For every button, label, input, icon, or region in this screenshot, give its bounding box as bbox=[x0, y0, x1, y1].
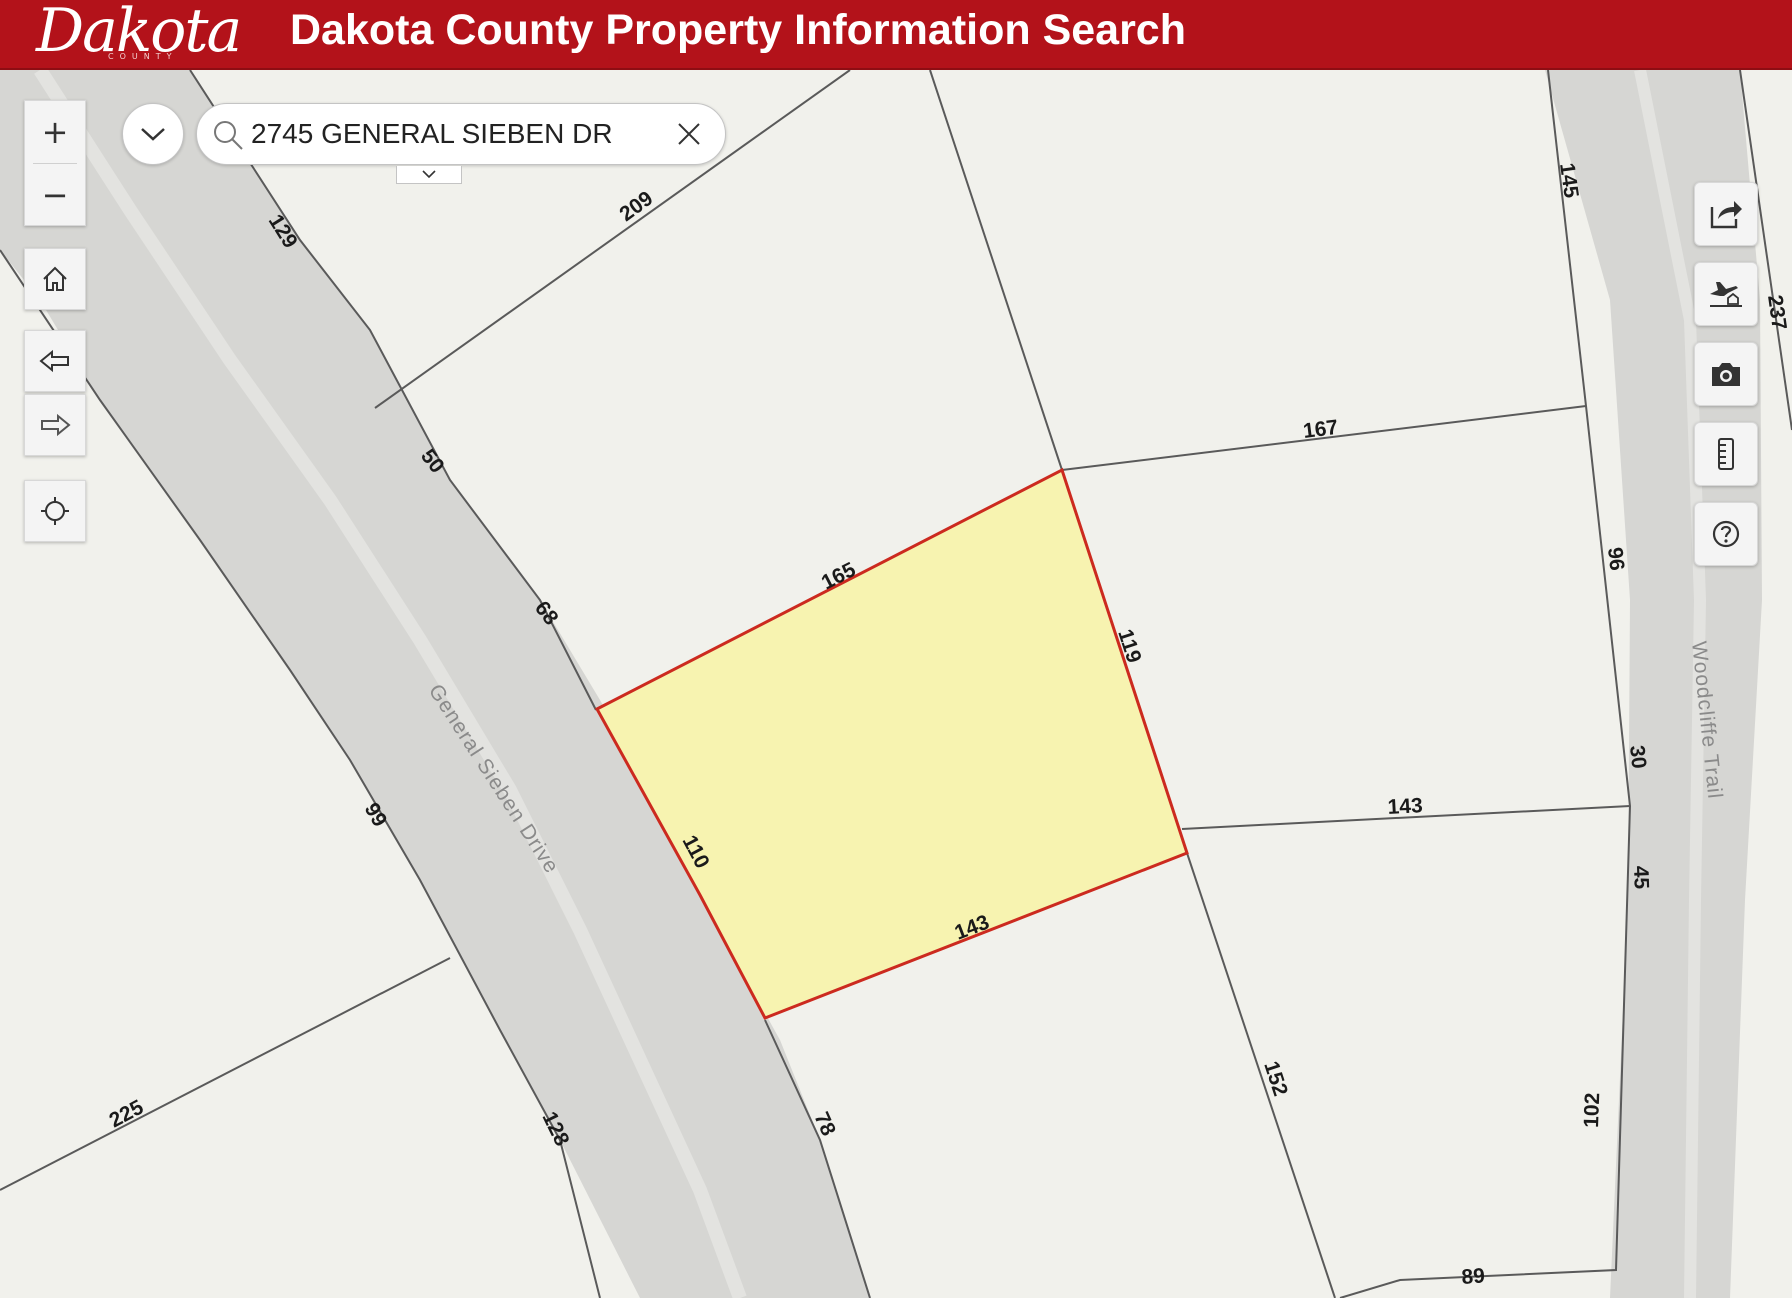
dim-label: 30 bbox=[1625, 744, 1650, 770]
dim-label: 45 bbox=[1629, 865, 1653, 889]
search-input[interactable] bbox=[251, 114, 651, 154]
map-view[interactable]: 165 119 110 143 129 209 50 68 167 145 23… bbox=[0, 70, 1792, 1298]
plane-home-icon bbox=[1710, 282, 1742, 307]
dim-label: 167 bbox=[1302, 416, 1340, 443]
zoom-in-button[interactable]: + bbox=[25, 101, 85, 163]
arrow-left-icon bbox=[39, 349, 69, 373]
app-header: Dakota COUNTY Dakota County Property Inf… bbox=[0, 0, 1792, 70]
ruler-icon bbox=[1718, 438, 1734, 470]
dim-label: 209 bbox=[615, 187, 657, 226]
search-box bbox=[196, 103, 726, 165]
help-icon bbox=[1712, 520, 1740, 548]
search-icon bbox=[214, 121, 243, 150]
minus-icon: − bbox=[41, 176, 69, 214]
locate-button[interactable] bbox=[24, 480, 86, 542]
zoom-control: + − bbox=[24, 100, 86, 226]
logo-subtext: COUNTY bbox=[108, 52, 178, 61]
plus-icon: + bbox=[41, 113, 69, 151]
share-button[interactable] bbox=[1694, 182, 1758, 246]
dim-label: 145 bbox=[1555, 161, 1583, 199]
dim-label: 152 bbox=[1259, 1058, 1292, 1098]
page-title: Dakota County Property Information Searc… bbox=[290, 6, 1186, 54]
home-icon bbox=[43, 266, 67, 291]
dim-label: 89 bbox=[1461, 1264, 1486, 1289]
chevron-down-icon bbox=[141, 128, 165, 141]
close-icon[interactable] bbox=[675, 120, 703, 148]
camera-icon bbox=[1712, 363, 1740, 386]
dim-label: 143 bbox=[1387, 794, 1423, 819]
map-canvas[interactable]: 165 119 110 143 129 209 50 68 167 145 23… bbox=[0, 70, 1792, 1298]
aerial-imagery-button[interactable] bbox=[1694, 262, 1758, 326]
arrow-right-icon bbox=[41, 413, 71, 437]
dim-label: 237 bbox=[1763, 293, 1791, 331]
home-button[interactable] bbox=[24, 248, 86, 310]
road-woodcliffe-trail bbox=[1545, 70, 1762, 1298]
crosshair-icon bbox=[41, 497, 69, 525]
share-icon bbox=[1710, 201, 1742, 229]
search-source-dropdown[interactable] bbox=[122, 103, 184, 165]
zoom-out-button[interactable]: − bbox=[25, 164, 85, 226]
screenshot-button[interactable] bbox=[1694, 342, 1758, 406]
back-extent-button[interactable] bbox=[24, 330, 86, 392]
dim-label: 96 bbox=[1603, 546, 1628, 572]
dim-label: 102 bbox=[1580, 1092, 1604, 1128]
search-expand-toggle[interactable] bbox=[396, 166, 462, 184]
forward-extent-button[interactable] bbox=[24, 394, 86, 456]
dim-label: 225 bbox=[106, 1096, 148, 1133]
help-button[interactable] bbox=[1694, 502, 1758, 566]
measure-button[interactable] bbox=[1694, 422, 1758, 486]
chevron-down-icon bbox=[422, 170, 436, 179]
